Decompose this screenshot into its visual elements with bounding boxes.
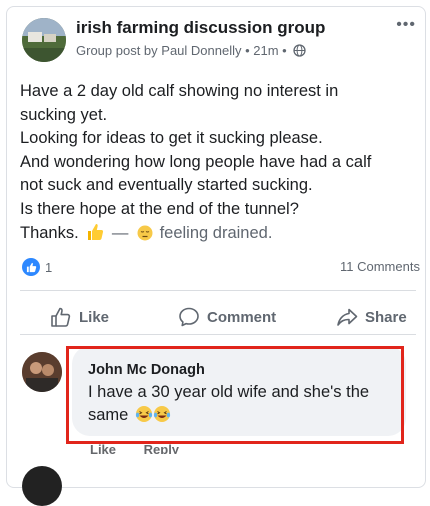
laughing-tears-emoji-icon	[135, 406, 171, 422]
share-arrow-icon	[337, 308, 358, 326]
like-label: Like	[79, 308, 110, 326]
comment-label: Comment	[207, 308, 277, 326]
divider	[20, 334, 416, 335]
commenter-avatar[interactable]	[22, 352, 62, 392]
commenter-name[interactable]: John Mc Donagh	[88, 362, 205, 378]
comment-button[interactable]: Comment	[178, 306, 276, 328]
post-line: sucking yet.	[20, 105, 108, 124]
post-subline: Group post by Paul Donnelly • 21m •	[76, 43, 306, 58]
comments-count[interactable]: 11 Comments	[340, 259, 420, 274]
divider	[20, 290, 416, 291]
comment-reply-link[interactable]: Reply	[144, 442, 179, 454]
group-avatar[interactable]	[22, 18, 66, 62]
next-commenter-avatar[interactable]	[22, 466, 62, 506]
group-name[interactable]: irish farming discussion group	[76, 18, 325, 38]
thanks-text: Thanks.	[20, 223, 79, 242]
drained-face-emoji-icon	[137, 225, 153, 241]
share-button[interactable]: Share	[336, 306, 407, 328]
post-line: Looking for ideas to get it sucking plea…	[20, 129, 323, 148]
dash-text: —	[111, 223, 129, 242]
post-line: not suck and eventually started sucking.	[20, 176, 313, 195]
post-line: And wondering how long people have had a…	[20, 152, 372, 171]
reaction-summary[interactable]: 1	[22, 258, 52, 276]
more-options-icon[interactable]: •••	[396, 16, 416, 34]
like-count: 1	[45, 259, 53, 275]
comment-icon	[179, 307, 199, 327]
comment-line: I have a 30 year old wife and she's the	[88, 383, 370, 401]
like-reaction-icon	[22, 258, 40, 276]
comment-line-2: same	[88, 404, 404, 427]
like-button[interactable]: Like	[50, 306, 109, 328]
feeling-text[interactable]: feeling drained.	[160, 224, 273, 242]
post-author-time[interactable]: Group post by Paul Donnelly • 21m •	[76, 43, 287, 58]
comment-text: I have a 30 year old wife and she's the …	[88, 381, 404, 427]
comment-like-link[interactable]: Like	[90, 442, 116, 454]
post-text: Have a 2 day old calf showing no interes…	[20, 80, 420, 245]
share-label: Share	[365, 308, 407, 326]
thumbs-up-icon	[51, 307, 71, 327]
post-line: Is there hope at the end of the tunnel?	[20, 199, 299, 218]
globe-icon	[293, 44, 306, 57]
comment-actions: Like Reply	[90, 442, 203, 454]
post-feeling-line: Thanks. — feeling drained.	[20, 222, 420, 246]
comment-line: same	[88, 406, 129, 424]
thumbs-up-emoji-icon	[88, 223, 104, 240]
post-line: Have a 2 day old calf showing no interes…	[20, 82, 339, 100]
